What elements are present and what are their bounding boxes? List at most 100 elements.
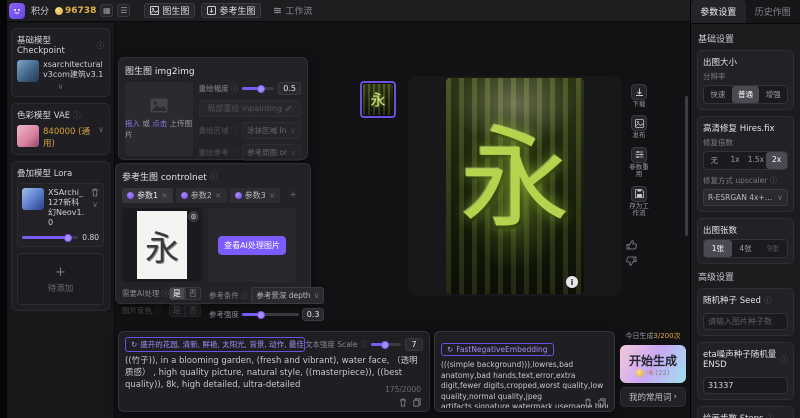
- count-9[interactable]: 9张: [759, 240, 787, 257]
- ai-process-no[interactable]: 否: [185, 287, 201, 300]
- hires-none[interactable]: 无: [704, 152, 725, 169]
- image-upload-dropzone[interactable]: 拖入 或 点击 上传图片: [125, 82, 193, 156]
- hires-1x[interactable]: 1x: [725, 152, 746, 169]
- grid-view-icon[interactable]: ▦: [100, 4, 113, 17]
- negative-prompt-input[interactable]: (((simple background))),lowres,bad anato…: [441, 360, 608, 408]
- lora-weight-value: 0.80: [82, 233, 99, 242]
- repaint-ref-label: 重绘参考: [199, 147, 229, 158]
- seed-input[interactable]: [703, 313, 788, 330]
- result-thumbnail[interactable]: 永: [360, 81, 396, 118]
- close-icon[interactable]: ×: [215, 191, 222, 200]
- ai-process-toggle[interactable]: 是否: [169, 287, 201, 300]
- reference-tab-icon: [207, 6, 216, 15]
- repaint-ref-select[interactable]: 参考原图 or∨: [242, 144, 301, 161]
- hires-15x[interactable]: 1.5x: [746, 152, 767, 169]
- reuse-params-button[interactable]: 参数重用: [628, 147, 650, 179]
- batch-count-segment: 1张 4张 9张: [703, 239, 788, 258]
- trash-icon[interactable]: [91, 188, 99, 197]
- close-icon[interactable]: ×: [269, 191, 276, 200]
- invert-toggle[interactable]: 是否: [169, 304, 201, 317]
- tab-history[interactable]: 历史作图: [746, 0, 800, 23]
- cond-select[interactable]: 参考景深 depth∨: [251, 287, 324, 304]
- chevron-down-icon[interactable]: ∨: [98, 125, 104, 134]
- resolution-fast[interactable]: 快速: [704, 86, 732, 103]
- resolution-enhanced[interactable]: 增强: [759, 86, 787, 103]
- tab-reference[interactable]: 参考生图: [201, 3, 261, 18]
- inpaint-button[interactable]: 局部重绘 inpainting: [199, 100, 301, 117]
- my-presets-label: 我的常用词: [629, 391, 672, 403]
- tab-param-settings[interactable]: 参数设置: [691, 0, 746, 23]
- scale-value[interactable]: 7: [405, 338, 423, 351]
- image-toolbar: 下载 发布 参数重用 存为工作流: [627, 84, 651, 218]
- scale-slider[interactable]: [371, 343, 401, 346]
- count-4[interactable]: 4张: [732, 240, 760, 257]
- vae-model[interactable]: 840000 (通用) ∨: [17, 125, 104, 149]
- hires-2x[interactable]: 2x: [766, 152, 787, 169]
- copy-icon[interactable]: [413, 398, 421, 407]
- view-processed-image-button[interactable]: 查看AI处理图片: [218, 236, 286, 255]
- trash-icon[interactable]: [584, 398, 592, 407]
- lora-model[interactable]: XSArchi_127新科幻Neov1.0 ∨ 0.80: [17, 183, 104, 247]
- upload-click-label: 点击: [152, 119, 167, 128]
- trash-icon[interactable]: [399, 398, 407, 407]
- positive-prompt-input[interactable]: ((竹子)), in a blooming garden, (fresh and…: [125, 356, 423, 400]
- download-button[interactable]: 下载: [628, 84, 650, 108]
- controlnet-preview-char: 永: [145, 221, 179, 270]
- advanced-settings-header: 高级设置: [698, 270, 794, 283]
- generate-button[interactable]: 开始生成 -8(22): [620, 345, 686, 383]
- gear-icon[interactable]: ⚙: [188, 211, 199, 222]
- rating-buttons: [626, 240, 637, 266]
- thumbs-down-icon[interactable]: [626, 256, 637, 266]
- seed-card: 随机种子 Seedⓘ: [697, 288, 794, 336]
- controlnet-tab-1[interactable]: 参数1×: [122, 188, 173, 203]
- chevron-down-icon[interactable]: ∨: [92, 200, 98, 209]
- ai-process-yes[interactable]: 是: [169, 287, 185, 300]
- resolution-normal[interactable]: 普通: [732, 86, 760, 103]
- lora-weight-slider[interactable]: [22, 236, 78, 239]
- count-1[interactable]: 1张: [704, 240, 732, 257]
- list-view-icon[interactable]: ☰: [117, 4, 130, 17]
- upscaler-select[interactable]: R-ESRGAN 4x+ (适合多种风∨: [703, 189, 788, 206]
- generated-image[interactable]: 永 i: [446, 78, 584, 294]
- repaint-area-select[interactable]: 涂抹区域 In∨: [242, 122, 301, 139]
- invert-yes[interactable]: 是: [169, 304, 185, 317]
- negative-prompt-text: (((simple background))),lowres,bad anato…: [441, 360, 608, 408]
- tab-workflow[interactable]: 工作流: [267, 3, 318, 18]
- generate-time: (22): [655, 369, 669, 377]
- publish-button[interactable]: 发布: [628, 115, 650, 139]
- info-icon: ⓘ: [231, 125, 239, 136]
- credits-value: 96738: [65, 6, 96, 16]
- close-icon[interactable]: ×: [161, 191, 168, 200]
- vae-thumbnail: [17, 125, 39, 147]
- tab-img2img-label: 图生图: [162, 4, 189, 17]
- upscaler-label: 修复方式 upscaler: [703, 176, 767, 185]
- prompt-keywords-pill[interactable]: ↻ 盛开的花园, 清新, 鲜艳, 太阳光, 背景, 动作, 最佳质量: [125, 337, 305, 352]
- positive-char-count: 175/2000: [385, 385, 421, 394]
- controlnet-source-image[interactable]: 永 ⚙: [122, 208, 202, 282]
- controlnet-tab-3[interactable]: 参数3×: [230, 188, 281, 203]
- my-presets-button[interactable]: 我的常用词 ›: [620, 387, 686, 407]
- denoise-value[interactable]: 0.5: [278, 82, 301, 95]
- thumbs-up-icon[interactable]: [626, 240, 637, 250]
- info-icon: ⓘ: [210, 171, 218, 182]
- repaint-ref-value: 参考原图 or: [247, 147, 287, 158]
- strength-slider[interactable]: [242, 313, 299, 316]
- checkpoint-model[interactable]: xsarchitecturalv3com建筑v3.1: [17, 60, 104, 82]
- denoise-slider[interactable]: [242, 87, 274, 90]
- chevron-down-icon: ∨: [777, 193, 783, 202]
- ensd-input[interactable]: [703, 377, 788, 394]
- chevron-down-icon[interactable]: ∨: [17, 82, 104, 91]
- add-lora-button[interactable]: + 待添加: [17, 253, 104, 305]
- strength-value[interactable]: 0.3: [302, 308, 325, 321]
- download-label: 下载: [628, 101, 650, 108]
- image-info-icon[interactable]: i: [566, 276, 578, 288]
- controlnet-tab-2[interactable]: 参数2×: [176, 188, 227, 203]
- canvas-scrollbar[interactable]: [685, 96, 688, 236]
- negative-embedding-pill[interactable]: ↻ FastNegativeEmbedding: [441, 343, 554, 356]
- invert-no[interactable]: 否: [185, 304, 201, 317]
- tab-img2img[interactable]: 图生图: [144, 3, 195, 18]
- copy-icon[interactable]: [598, 398, 606, 407]
- app-logo[interactable]: [9, 3, 25, 19]
- save-workflow-button[interactable]: 存为工作流: [628, 186, 650, 218]
- add-controlnet-tab-button[interactable]: +: [283, 188, 303, 203]
